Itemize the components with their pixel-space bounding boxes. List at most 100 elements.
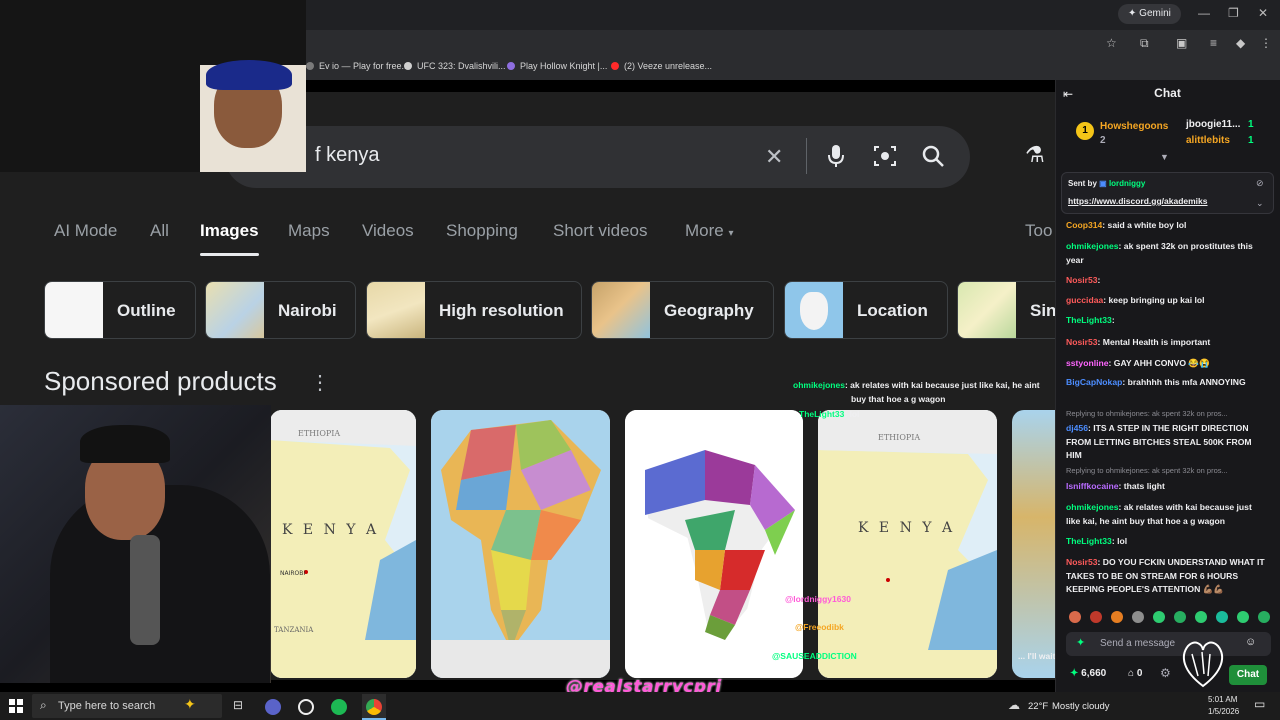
app-icon-spotify[interactable] — [331, 699, 347, 715]
close-icon[interactable]: ✕ — [765, 144, 783, 170]
chat-username[interactable]: ohmikejones — [1066, 241, 1119, 251]
pinned-link[interactable]: https://www.discord.gg/akademiks — [1068, 196, 1208, 206]
tab-videos[interactable]: Videos — [362, 221, 414, 241]
chat-username[interactable]: Isniffkocaine — [1066, 481, 1119, 491]
windows-start-icon[interactable] — [9, 699, 23, 713]
bookmark-favicon-icon — [306, 62, 314, 70]
gifter-name[interactable]: alittlebits — [1186, 135, 1230, 146]
chat-message[interactable]: TheLight33: — [1066, 314, 1266, 328]
product-card[interactable] — [625, 410, 803, 678]
emote-picker-icon[interactable]: ☺ — [1245, 636, 1256, 648]
overlay-chat-line: ohmikejones: ak relates with kai because… — [793, 380, 1040, 390]
gemini-button[interactable]: ✦ Gemini — [1118, 4, 1181, 24]
tab-all[interactable]: All — [150, 221, 169, 241]
chat-message[interactable]: Nosir53: Mental Health is important — [1066, 336, 1266, 350]
chat-username[interactable]: sstyonline — [1066, 358, 1109, 368]
cast-icon[interactable]: ▣ — [1176, 36, 1187, 50]
product-card[interactable] — [431, 410, 610, 678]
chat-message[interactable]: ohmikejones: ak spent 32k on prostitutes… — [1066, 240, 1266, 267]
chat-reply-context[interactable]: Replying to ohmikejones: ak spent 32k on… — [1066, 409, 1266, 418]
chevron-down-icon[interactable]: ⌄ — [1256, 198, 1264, 209]
chip-location[interactable]: Location — [784, 281, 948, 339]
minimize-icon[interactable]: — — [1198, 6, 1210, 20]
extensions-icon[interactable]: ⧉ — [1140, 36, 1149, 51]
chip-similar[interactable]: Sin — [957, 281, 1055, 339]
product-card[interactable]: ETHIOPIA K E N Y A — [818, 410, 997, 678]
overlay-chat-line: ... I'll wait — [1018, 651, 1056, 661]
top-gifter-name[interactable]: Howshegoons — [1100, 121, 1168, 132]
bookmark-ufc[interactable]: UFC 323: Dvalishvili... — [404, 61, 506, 71]
gifter-name[interactable]: jboogie11... — [1186, 119, 1240, 130]
chat-username[interactable]: Nosir53 — [1066, 557, 1098, 567]
app-icon-obs[interactable] — [298, 699, 314, 715]
chat-message[interactable]: Isniffkocaine: thats light — [1066, 480, 1266, 494]
chat-message[interactable]: sstyonline: GAY AHH CONVO 😂😭 — [1066, 357, 1266, 371]
camera-icon[interactable] — [873, 145, 897, 167]
send-chat-button[interactable]: Chat — [1229, 665, 1267, 685]
chat-username[interactable]: Coop314 — [1066, 220, 1102, 230]
chat-username[interactable]: Nosir53 — [1066, 275, 1098, 285]
chat-username[interactable]: guccidaa — [1066, 295, 1103, 305]
shield-icon[interactable]: ◆ — [1236, 36, 1245, 50]
top-gifter-count: 2 — [1100, 135, 1106, 146]
bookmark-veeze[interactable]: (2) Veeze unrelease... — [611, 61, 712, 71]
maximize-icon[interactable]: ❐ — [1228, 6, 1239, 20]
chat-username[interactable]: ohmikejones — [1066, 502, 1119, 512]
search-query[interactable]: f kenya — [315, 144, 379, 167]
chat-message[interactable]: Nosir53: — [1066, 274, 1266, 288]
labs-flask-icon[interactable]: ⚗ — [1025, 142, 1045, 168]
chat-message[interactable]: TheLight33: lol — [1066, 535, 1266, 549]
bookmark-ev-io[interactable]: Ev io — Play for free... — [306, 61, 409, 71]
search-icon[interactable] — [921, 144, 945, 168]
chat-message[interactable]: guccidaa: keep bringing up kai lol — [1066, 294, 1266, 308]
chip-geography[interactable]: Geography — [591, 281, 774, 339]
chip-nairobi[interactable]: Nairobi — [205, 281, 356, 339]
chat-username[interactable]: BigCapNokap — [1066, 377, 1122, 387]
chat-username[interactable]: dj456 — [1066, 423, 1088, 433]
chip-label: Outline — [117, 301, 176, 320]
chat-reply-context[interactable]: Replying to ohmikejones: ak spent 32k on… — [1066, 466, 1266, 475]
product-card-partial[interactable] — [1012, 410, 1055, 678]
more-options-icon[interactable]: ⋮ — [310, 370, 330, 395]
chat-text: : thats light — [1118, 481, 1165, 491]
chip-high-resolution[interactable]: High resolution — [366, 281, 582, 339]
expand-gifters-icon[interactable]: ▼ — [1160, 152, 1169, 162]
tab-images[interactable]: Images — [200, 221, 259, 241]
settings-icon[interactable]: ⚙ — [1160, 666, 1171, 680]
chat-message[interactable]: BigCapNokap: brahhhh this mfa ANNOYING — [1066, 376, 1266, 390]
tab-maps[interactable]: Maps — [288, 221, 330, 241]
channel-points[interactable]: ✦ 6,660 — [1070, 668, 1106, 679]
menu-icon[interactable]: ⋮ — [1260, 36, 1272, 50]
chip-thumbnail — [958, 282, 1016, 338]
active-tab-indicator — [200, 253, 259, 256]
chat-username[interactable]: Nosir53 — [1066, 337, 1098, 347]
tab-short-videos[interactable]: Short videos — [553, 221, 648, 241]
clock-date[interactable]: 1/5/2026 — [1208, 707, 1239, 716]
tab-shopping[interactable]: Shopping — [446, 221, 518, 241]
chat-username[interactable]: TheLight33 — [1066, 536, 1112, 546]
product-card[interactable]: ETHIOPIA K E N Y A NAIROBI TANZANIA — [270, 410, 416, 678]
emote-bar[interactable] — [1066, 608, 1272, 626]
tab-ai-mode[interactable]: AI Mode — [54, 221, 117, 241]
star-icon[interactable]: ☆ — [1106, 36, 1117, 50]
clock-time[interactable]: 5:01 AM — [1208, 695, 1237, 704]
tab-more[interactable]: More ▾ — [685, 221, 734, 241]
tab-tools[interactable]: Too — [1025, 221, 1052, 241]
weather-condition: Mostly cloudy — [1052, 701, 1110, 712]
chip-outline[interactable]: Outline — [44, 281, 196, 339]
downloads-icon[interactable]: ≡ — [1210, 36, 1217, 50]
chat-username[interactable]: TheLight33 — [1066, 315, 1112, 325]
chat-message[interactable]: dj456: ITS A STEP IN THE RIGHT DIRECTION… — [1066, 422, 1266, 463]
task-view-icon[interactable]: ⊟ — [233, 698, 243, 712]
app-icon-discord[interactable] — [265, 699, 281, 715]
bookmark-hollow-knight[interactable]: Play Hollow Knight |... — [507, 61, 607, 71]
notification-icon[interactable]: ▭ — [1254, 697, 1265, 711]
microphone-icon[interactable] — [826, 144, 846, 168]
chat-message[interactable]: Nosir53: DO YOU FCKIN UNDERSTAND WHAT IT… — [1066, 556, 1266, 597]
close-window-icon[interactable]: ✕ — [1258, 6, 1268, 20]
app-icon-chrome-active[interactable] — [362, 694, 386, 720]
bits-count[interactable]: ⌂ 0 — [1128, 668, 1142, 679]
chat-message[interactable]: ohmikejones: ak relates with kai because… — [1066, 501, 1266, 528]
chat-message[interactable]: Coop314: said a white boy lol — [1066, 219, 1266, 233]
unpin-icon[interactable]: ⊘ — [1256, 178, 1264, 189]
